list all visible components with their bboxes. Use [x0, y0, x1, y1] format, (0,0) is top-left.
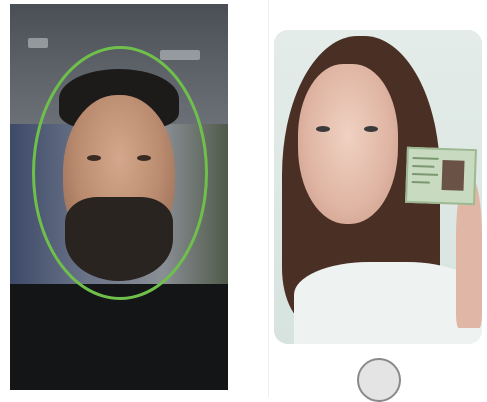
person-face: [298, 64, 398, 224]
eye: [137, 155, 151, 161]
person-shirt: [294, 262, 482, 344]
eye: [316, 126, 330, 132]
id-text-line: [411, 180, 430, 184]
id-photo: [441, 160, 465, 191]
face-guide-oval: [32, 46, 208, 300]
id-text-line: [412, 164, 435, 168]
id-text-line: [412, 156, 439, 160]
ceiling-light: [160, 50, 200, 60]
ceiling-light: [28, 38, 48, 48]
eye: [364, 126, 378, 132]
selfie-capture-screen: [10, 4, 228, 390]
document-selfie-screen: [274, 30, 482, 344]
id-document: [405, 146, 477, 206]
eye: [87, 155, 101, 161]
home-button-icon[interactable]: [357, 358, 401, 402]
id-text-line: [412, 172, 439, 176]
person-beard: [65, 197, 173, 281]
